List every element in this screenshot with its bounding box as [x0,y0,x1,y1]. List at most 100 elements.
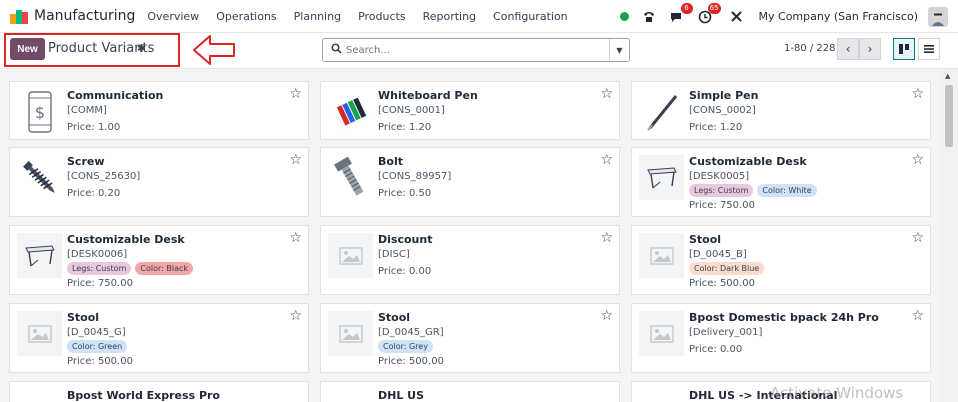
product-price: Price: 0.00 [378,266,432,277]
menu-configuration[interactable]: Configuration [493,10,568,23]
pager-previous-button[interactable]: ‹ [837,38,859,60]
product-name: Customizable Desk [689,155,807,168]
product-card[interactable]: Bpost Domestic bpack 24h Pro [Delivery_0… [631,303,931,373]
favorite-star-icon[interactable]: ☆ [289,230,302,246]
pager-next-button[interactable]: › [859,38,881,60]
product-card[interactable]: Bolt [CONS_89957] Price: 0.50 ☆ [320,147,620,217]
image-placeholder-icon [328,311,373,356]
search-icon [331,43,342,57]
list-view-button[interactable] [918,38,940,60]
menu-products[interactable]: Products [358,10,406,23]
product-price: Price: 1.20 [378,122,432,133]
attribute-tags: Color: Grey [378,340,595,353]
bolt-icon [328,155,373,200]
product-code: [Delivery_001] [689,327,763,338]
product-name: Screw [67,155,105,168]
menu-planning[interactable]: Planning [294,10,341,23]
desk-icon [639,155,684,200]
navbar-systray: 6 65 My Company (San Francisco) [619,0,948,33]
favorite-star-icon[interactable]: ☆ [289,86,302,102]
main-menu: Overview Operations Planning Products Re… [147,10,584,23]
vertical-scrollbar[interactable]: ▲ [940,69,958,402]
product-code: [DESK0005] [689,171,750,182]
product-name: Bolt [378,155,403,168]
phone-icon[interactable] [641,9,657,25]
product-card[interactable]: Screw [CONS_25630] Price: 0.20 ☆ [9,147,309,217]
screw-icon [17,155,62,200]
svg-text:$: $ [34,103,44,122]
scroll-up-icon[interactable]: ▲ [945,72,950,80]
product-card[interactable]: Customizable Desk [DESK0005] Legs: Custo… [631,147,931,217]
annotation-arrow-icon [193,35,235,65]
control-panel: New Product Variants ✱ ▼ 1-80 / 228 ‹ › [0,33,958,69]
attribute-tag: Legs: Custom [689,184,754,197]
favorite-star-icon[interactable]: ☆ [600,86,613,102]
product-name: Whiteboard Pen [378,89,478,102]
product-card[interactable]: Customizable Desk [DESK0006] Legs: Custo… [9,225,309,295]
image-placeholder-icon [639,311,684,356]
product-card[interactable]: Whiteboard Pen [CONS_0001] Price: 1.20 ☆ [320,81,620,140]
attribute-tag: Color: Green [67,340,128,353]
product-card[interactable]: Bpost World Express Pro [9,381,309,402]
product-card[interactable]: $ Communication [COMM] Price: 1.00 ☆ [9,81,309,140]
favorite-star-icon[interactable]: ☆ [600,308,613,324]
product-price: Price: 500.00 [378,356,444,367]
product-card[interactable]: DHL US [320,381,620,402]
kanban-view: $ Communication [COMM] Price: 1.00 ☆ Whi… [0,69,940,402]
list-view-icon [924,45,934,53]
activity-badge: 65 [707,2,721,14]
product-card[interactable]: Discount [DISC] Price: 0.00 ☆ [320,225,620,295]
product-name: Simple Pen [689,89,759,102]
search-input[interactable] [346,44,606,56]
menu-overview[interactable]: Overview [147,10,199,23]
favorite-star-icon[interactable]: ☆ [600,230,613,246]
attribute-tags: Legs: Custom Color: Black [67,262,284,275]
product-code: [D_0045_GR] [378,327,444,338]
kanban-view-button[interactable] [893,38,915,60]
app-name[interactable]: Manufacturing [34,8,135,24]
favorite-star-icon[interactable]: ☆ [911,152,924,168]
product-card[interactable]: Stool [D_0045_GR] Color: Grey Price: 500… [320,303,620,373]
activity-clock-icon[interactable]: 65 [697,2,721,25]
attribute-tag: Legs: Custom [67,262,132,275]
favorite-star-icon[interactable]: ☆ [911,230,924,246]
chevron-left-icon: ‹ [845,42,851,56]
manufacturing-app-icon[interactable] [10,8,28,24]
menu-reporting[interactable]: Reporting [423,10,476,23]
pager-value[interactable]: 1-80 / 228 [784,43,836,54]
favorite-star-icon[interactable]: ☆ [600,152,613,168]
new-button[interactable]: New [10,38,45,60]
product-price: Price: 0.50 [378,188,432,199]
favorite-star-icon[interactable]: ☆ [911,308,924,324]
product-name: Customizable Desk [67,233,185,246]
favorite-star-icon[interactable]: ☆ [289,308,302,324]
tools-icon[interactable] [729,9,745,25]
product-code: [DISC] [378,249,410,260]
search-bar[interactable]: ▼ [322,38,630,62]
chat-icon[interactable]: 6 [669,2,693,25]
product-price: Price: 0.00 [689,344,743,355]
scrollbar-thumb[interactable] [945,85,953,147]
favorite-star-icon[interactable]: ☆ [911,86,924,102]
product-price: Price: 750.00 [689,200,755,211]
chevron-right-icon: › [867,42,873,56]
company-switcher[interactable]: My Company (San Francisco) [759,10,918,23]
pen-icon [639,89,684,134]
product-price: Price: 1.20 [689,122,743,133]
top-navbar: Manufacturing Overview Operations Planni… [0,0,958,33]
product-card[interactable]: Stool [D_0045_G] Color: Green Price: 500… [9,303,309,373]
menu-operations[interactable]: Operations [216,10,276,23]
product-name: Communication [67,89,164,102]
product-card[interactable]: Simple Pen [CONS_0002] Price: 1.20 ☆ [631,81,931,140]
search-options-dropdown-icon[interactable]: ▼ [609,39,629,61]
attribute-tag: Color: White [757,184,817,197]
product-card[interactable]: Stool [D_0045_B] Color: Dark Blue Price:… [631,225,931,295]
attribute-tag: Color: Grey [378,340,433,353]
user-avatar[interactable] [928,6,948,27]
gear-icon[interactable]: ✱ [137,42,146,55]
image-placeholder-icon [639,233,684,278]
product-name: Stool [689,233,722,246]
product-code: [CONS_25630] [67,171,141,182]
favorite-star-icon[interactable]: ☆ [289,152,302,168]
product-name: Stool [67,311,100,324]
